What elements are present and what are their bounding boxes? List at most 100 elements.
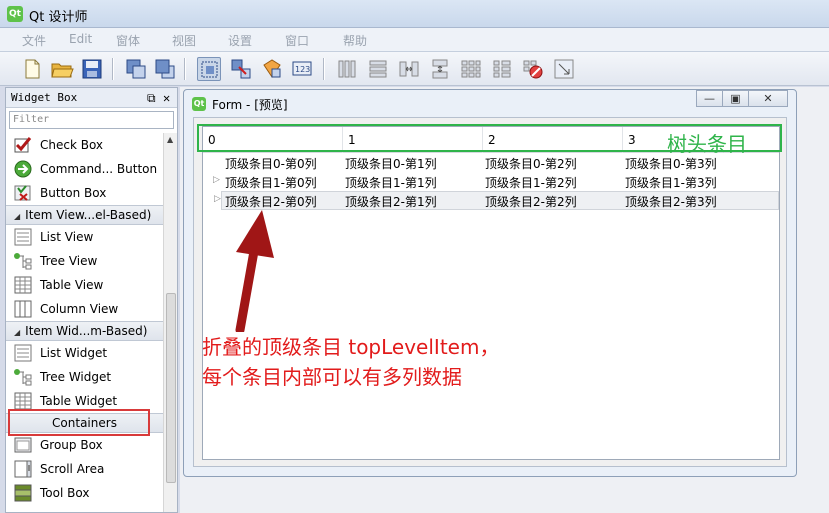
tree-cell: 顶级条目1-第1列	[345, 176, 437, 190]
widget-item-check-box[interactable]: Check Box	[6, 133, 163, 157]
header-annotation-label: 树头条目	[667, 132, 747, 156]
annotation-note-line1: 折叠的顶级条目 topLevelItem，	[202, 335, 500, 359]
tree-cell: 顶级条目2-第3列	[625, 195, 717, 209]
tree-cell: 顶级条目1-第2列	[485, 176, 577, 190]
widget-item-tree-view[interactable]: Tree View	[6, 249, 163, 273]
widget-item-label: Command... Button	[40, 162, 158, 176]
category-label: Item Wid...m-Based)	[25, 324, 148, 338]
edit-buddies-icon[interactable]	[260, 57, 284, 81]
widget-item-command-link[interactable]: Command... Button	[6, 157, 163, 181]
tree-cell: 顶级条目0-第2列	[485, 157, 577, 171]
scroll-area-icon	[13, 460, 33, 478]
widget-item-table-view[interactable]: Table View	[6, 273, 163, 297]
widget-list: Check Box Command... Button Button Box ◢…	[6, 133, 163, 505]
widget-item-list-widget[interactable]: List Widget	[6, 341, 163, 365]
annotation-note: 折叠的顶级条目 topLevelItem， 每个条目内部可以有多列数据	[202, 332, 499, 392]
menu-help[interactable]: 帮助	[343, 32, 367, 49]
widget-item-label: Check Box	[40, 138, 104, 152]
widget-item-button-box[interactable]: Button Box	[6, 181, 163, 205]
menu-file[interactable]: 文件	[22, 32, 46, 49]
widget-box-title: Widget Box	[11, 91, 78, 104]
menu-form[interactable]: 窗体	[116, 32, 140, 49]
scroll-up-icon[interactable]: ▲	[167, 135, 173, 144]
widget-item-column-view[interactable]: Column View	[6, 297, 163, 321]
close-icon[interactable]: ✕	[163, 89, 170, 108]
maximize-icon[interactable]: ▣	[722, 90, 749, 107]
layout-grid-icon[interactable]	[459, 57, 483, 81]
annotation-note-line2: 每个条目内部可以有多列数据	[202, 365, 462, 389]
layout-form-icon[interactable]	[490, 57, 514, 81]
column-view-icon	[13, 300, 33, 318]
menu-settings[interactable]: 设置	[228, 32, 252, 49]
minimize-icon[interactable]: —	[696, 90, 723, 107]
list-view-icon	[13, 228, 33, 246]
annotation-arrow-icon	[235, 210, 274, 332]
edit-widgets-icon[interactable]	[197, 57, 221, 81]
layout-horizontal-splitter-icon[interactable]	[397, 57, 421, 81]
window-controls: — ▣ ✕	[696, 90, 788, 108]
widget-item-label: Table Widget	[40, 394, 118, 408]
widget-box-panel: Widget Box ⧉ ✕ Filter Check Box Command.…	[5, 87, 178, 513]
menu-window[interactable]: 窗口	[285, 32, 309, 49]
widget-item-list-view[interactable]: List View	[6, 225, 163, 249]
category-item-widgets[interactable]: ◢ Item Wid...m-Based)	[6, 321, 163, 341]
tree-row[interactable]: ▷ 顶级条目1-第0列 顶级条目1-第1列 顶级条目1-第2列 顶级条目1-第3…	[203, 173, 779, 192]
widget-box-scrollbar[interactable]: ▲	[163, 133, 177, 512]
adjust-size-icon[interactable]	[552, 57, 576, 81]
table-view-icon	[13, 276, 33, 294]
menu-view[interactable]: 视图	[172, 32, 196, 49]
close-icon[interactable]: ✕	[748, 90, 788, 107]
widget-item-label: Group Box	[40, 438, 103, 452]
menu-edit[interactable]: Edit	[69, 32, 92, 46]
main-toolbar: 123	[0, 52, 829, 86]
window-title: Qt 设计师	[29, 10, 88, 25]
title-bar: Qt Qt 设计师	[0, 0, 829, 28]
table-widget-icon	[13, 392, 33, 410]
tree-cell: 顶级条目2-第2列	[485, 195, 577, 209]
widget-item-scroll-area[interactable]: Scroll Area	[6, 457, 163, 481]
layout-vertical-icon[interactable]	[366, 57, 390, 81]
tool-box-icon	[13, 484, 33, 502]
send-to-back-icon[interactable]	[124, 57, 148, 81]
expand-arrow-icon[interactable]: ▷	[213, 175, 220, 185]
tree-cell: 顶级条目2-第0列	[225, 195, 317, 209]
open-folder-icon[interactable]	[50, 57, 74, 81]
tree-cell: 顶级条目2-第1列	[345, 195, 437, 209]
layout-vertical-splitter-icon[interactable]	[428, 57, 452, 81]
tree-cell: 顶级条目0-第1列	[345, 157, 437, 171]
edit-tab-order-icon[interactable]: 123	[291, 57, 315, 81]
widget-item-tool-box[interactable]: Tool Box	[6, 481, 163, 505]
widget-item-label: Button Box	[40, 186, 107, 200]
widget-item-label: Column View	[40, 302, 119, 316]
new-file-icon[interactable]	[20, 57, 44, 81]
widget-item-tree-widget[interactable]: Tree Widget	[6, 365, 163, 389]
category-label: Item View...el-Based)	[25, 208, 152, 222]
tree-row-selected[interactable]: ▷ 顶级条目2-第0列 顶级条目2-第1列 顶级条目2-第2列 顶级条目2-第3…	[214, 191, 779, 210]
qt-logo-icon: Qt	[192, 97, 206, 111]
tree-widget-icon	[13, 368, 33, 386]
edit-signals-slots-icon[interactable]	[229, 57, 253, 81]
form-caption: Form - [预览]	[212, 98, 288, 112]
float-panel-icon[interactable]: ⧉	[147, 89, 156, 108]
scrollbar-thumb[interactable]	[166, 293, 176, 483]
list-widget-icon	[13, 344, 33, 362]
tree-cell: 顶级条目1-第3列	[625, 176, 717, 190]
check-box-icon	[13, 136, 33, 154]
layout-horizontal-icon[interactable]	[335, 57, 359, 81]
widget-item-label: Tool Box	[40, 486, 90, 500]
svg-text:123: 123	[295, 65, 310, 74]
tree-widget[interactable]: 0 1 2 3 顶级条目0-第0列 顶级条目0-第1列 顶级条目0-第2列 顶级…	[202, 126, 780, 460]
widget-item-label: Table View	[40, 278, 104, 292]
widget-item-group-box[interactable]: Group Box	[6, 433, 163, 457]
category-item-views[interactable]: ◢ Item View...el-Based)	[6, 205, 163, 225]
expand-arrow-icon[interactable]: ▷	[214, 194, 221, 204]
break-layout-icon[interactable]	[521, 57, 545, 81]
collapse-triangle-icon: ◢	[14, 212, 21, 221]
tree-cell: 顶级条目0-第3列	[625, 157, 717, 171]
tree-view-icon	[13, 252, 33, 270]
collapse-triangle-icon: ◢	[14, 328, 21, 337]
save-icon[interactable]	[80, 57, 104, 81]
bring-to-front-icon[interactable]	[153, 57, 177, 81]
widget-item-label: List View	[40, 230, 94, 244]
filter-input[interactable]: Filter	[9, 111, 174, 129]
